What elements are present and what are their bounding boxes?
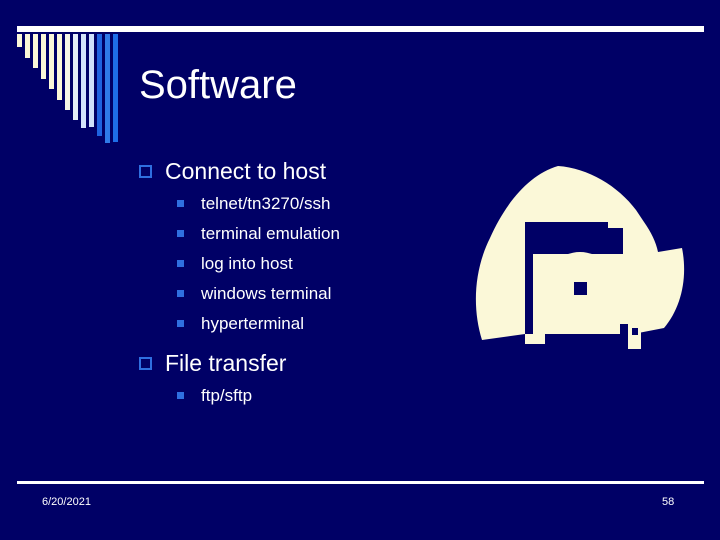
list-item: windows terminal (177, 285, 519, 302)
decoration-bar (17, 34, 22, 47)
decoration-bar (25, 34, 30, 58)
bullet-level1-connect: Connect to host (139, 160, 519, 183)
sublist-file-transfer: ftp/sftp (139, 387, 519, 404)
bullet-level2-label: telnet/tn3270/ssh (201, 194, 331, 213)
decoration-bar (41, 34, 46, 79)
bottom-divider-rule (17, 481, 704, 484)
decoration-bar (81, 34, 86, 128)
bullet-level2-label: hyperterminal (201, 314, 304, 333)
decoration-bar (105, 34, 110, 143)
slide-canvas: Software Connect to host telnet/tn3270/s… (0, 0, 720, 540)
filled-square-bullet-icon (177, 260, 184, 267)
hollow-square-bullet-icon (139, 165, 152, 178)
filled-square-bullet-icon (177, 290, 184, 297)
bullet-group-file-transfer: File transfer ftp/sftp (139, 352, 519, 404)
floppy-hub-center (574, 282, 587, 295)
list-item: terminal emulation (177, 225, 519, 242)
decoration-bar (49, 34, 54, 89)
floppy-write-protect-hole (632, 328, 638, 335)
bullet-level1-label: File transfer (165, 350, 287, 376)
filled-square-bullet-icon (177, 230, 184, 237)
decoration-bar (97, 34, 102, 136)
sublist-connect: telnet/tn3270/ssh terminal emulation log… (139, 195, 519, 332)
bullet-group-connect: Connect to host telnet/tn3270/ssh termin… (139, 160, 519, 332)
floppy-hub-circle (544, 252, 616, 324)
bullet-level2-label: terminal emulation (201, 224, 340, 243)
footer-page-number: 58 (662, 496, 675, 508)
filled-square-bullet-icon (177, 320, 184, 327)
body-content: Connect to host telnet/tn3270/ssh termin… (139, 160, 519, 417)
footer-date: 6/20/2021 (42, 496, 91, 508)
decoration-bar (33, 34, 38, 68)
list-item: hyperterminal (177, 315, 519, 332)
decoration-bar (73, 34, 78, 120)
bullet-level2-label: log into host (201, 254, 293, 273)
decoration-bar (113, 34, 118, 142)
decoration-bar (89, 34, 94, 127)
list-item: log into host (177, 255, 519, 272)
list-item: ftp/sftp (177, 387, 519, 404)
decoration-bar (65, 34, 70, 110)
bullet-level1-label: Connect to host (165, 158, 327, 184)
bullet-level2-label: ftp/sftp (201, 386, 253, 405)
decoration-bar (57, 34, 62, 100)
floppy-write-protect-tab (628, 324, 641, 349)
bullet-level2-label: windows terminal (201, 284, 332, 303)
hollow-square-bullet-icon (139, 357, 152, 370)
bullet-level1-file-transfer: File transfer (139, 352, 519, 375)
filled-square-bullet-icon (177, 392, 184, 399)
filled-square-bullet-icon (177, 200, 184, 207)
page-title: Software (139, 63, 297, 107)
list-item: telnet/tn3270/ssh (177, 195, 519, 212)
